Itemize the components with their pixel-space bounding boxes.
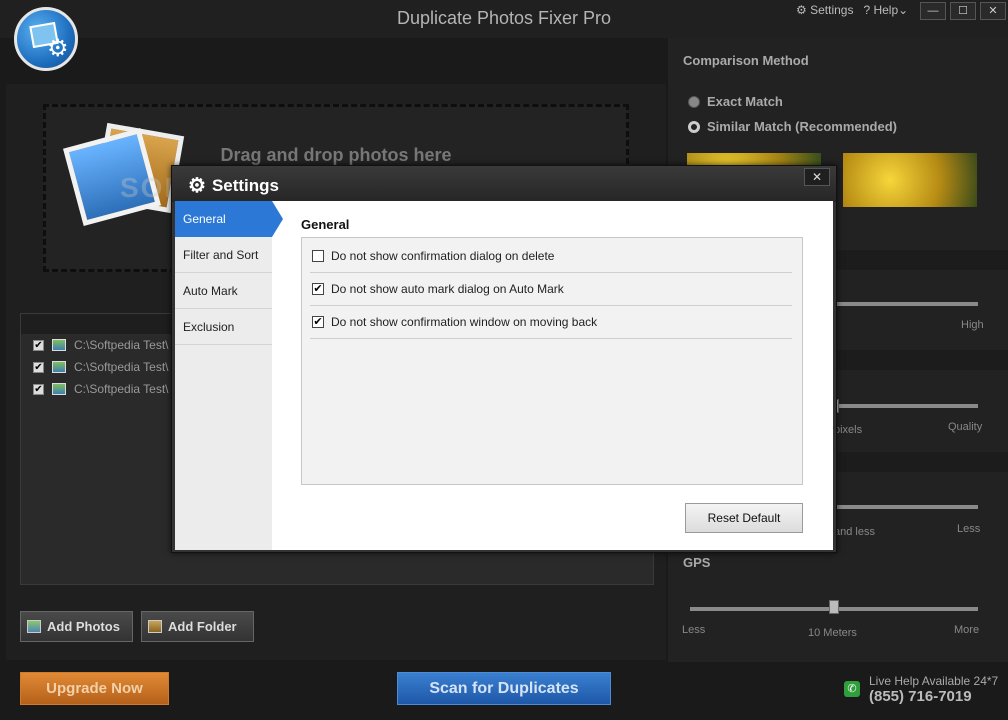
option-row[interactable]: ✔ Do not show confirmation window on mov… <box>310 306 792 339</box>
comparison-method-title: Comparison Method <box>683 53 809 68</box>
gps-more-label: More <box>954 624 980 636</box>
help-link[interactable]: ? Help⌄ <box>863 3 908 17</box>
image-file-icon <box>52 383 66 395</box>
file-path: C:\Softpedia Test\ <box>74 338 169 352</box>
help-link-label: Help <box>873 3 899 17</box>
top-links: ⚙ Settings ? Help⌄ <box>796 3 908 17</box>
dialog-title-bar: ⚙ Settings ✕ <box>172 166 836 202</box>
title-bar: Duplicate Photos Fixer Pro ⚙ Settings ? … <box>0 0 1008 38</box>
option-checkbox[interactable]: ✔ <box>312 283 324 295</box>
exact-match-radio-dot <box>688 95 700 108</box>
settings-nav: General Filter and Sort Auto Mark Exclus… <box>175 201 283 550</box>
settings-dialog: ⚙ Settings ✕ General Filter and Sort Aut… <box>171 165 837 553</box>
drop-zone-text: Drag and drop photos here <box>220 145 452 165</box>
option-row[interactable]: ✔ Do not show auto mark dialog on Auto M… <box>310 273 792 306</box>
upgrade-now-button[interactable]: Upgrade Now <box>20 672 169 705</box>
add-photos-icon <box>27 620 41 633</box>
nav-item-auto-mark[interactable]: Auto Mark <box>175 273 272 309</box>
logo-gear-icon: ⚙ <box>47 35 69 62</box>
add-folder-button[interactable]: Add Folder <box>141 611 254 642</box>
similar-match-radio-dot <box>688 120 700 133</box>
option-checkbox[interactable]: ✔ <box>312 316 324 328</box>
options-box: Do not show confirmation dialog on delet… <box>301 237 803 485</box>
similar-match-thumbnail <box>843 153 977 207</box>
add-photos-label: Add Photos <box>47 619 120 634</box>
high-label: High <box>961 319 984 331</box>
and-less-label: and less <box>834 526 875 538</box>
scan-for-duplicates-button[interactable]: Scan for Duplicates <box>397 672 611 705</box>
gps-value-label: 10 Meters <box>808 627 857 639</box>
image-file-icon <box>52 339 66 351</box>
live-help-text: Live Help Available 24*7 <box>869 674 999 688</box>
settings-link-label: Settings <box>810 3 854 17</box>
nav-item-exclusion[interactable]: Exclusion <box>175 309 272 345</box>
similar-match-radio[interactable]: Similar Match (Recommended) <box>688 119 897 134</box>
option-label: Do not show confirmation dialog on delet… <box>331 249 555 263</box>
gps-slider-knob[interactable] <box>829 600 839 614</box>
pixels-label: pixels <box>834 424 863 436</box>
dialog-close-button[interactable]: ✕ <box>804 168 830 186</box>
similar-match-label: Similar Match (Recommended) <box>707 119 897 134</box>
minimize-button[interactable]: — <box>920 2 946 20</box>
phone-number[interactable]: (855) 716-7019 <box>869 688 972 705</box>
option-label: Do not show auto mark dialog on Auto Mar… <box>331 282 564 296</box>
maximize-button[interactable]: ☐ <box>950 2 976 20</box>
add-folder-label: Add Folder <box>168 619 237 634</box>
image-file-icon <box>52 361 66 373</box>
nav-item-general[interactable]: General <box>175 201 283 237</box>
dialog-title: ⚙ Settings <box>188 173 279 198</box>
nav-item-filter-and-sort[interactable]: Filter and Sort <box>175 237 272 273</box>
file-checkbox[interactable]: ✔ <box>33 383 44 395</box>
dialog-body: General Filter and Sort Auto Mark Exclus… <box>175 201 833 550</box>
gps-less-label: Less <box>682 624 706 636</box>
settings-link[interactable]: ⚙ Settings <box>796 3 853 17</box>
gps-title: GPS <box>683 555 711 570</box>
less-right-label: Less <box>957 523 981 535</box>
quality-label: Quality <box>948 421 983 433</box>
option-label: Do not show confirmation window on movin… <box>331 315 598 329</box>
file-checkbox[interactable]: ✔ <box>33 361 44 373</box>
dialog-title-text: Settings <box>211 175 279 195</box>
window-controls: — ☐ ✕ <box>920 2 1006 20</box>
section-heading: General <box>301 217 350 232</box>
match-level-slider-track[interactable] <box>836 302 978 306</box>
file-path: C:\Softpedia Test\ <box>74 382 169 396</box>
phone-icon: ✆ <box>844 681 860 697</box>
time-interval-slider-track[interactable] <box>836 505 978 509</box>
file-path: C:\Softpedia Test\ <box>74 360 169 374</box>
close-window-button[interactable]: ✕ <box>980 2 1006 20</box>
exact-match-radio[interactable]: Exact Match <box>688 94 783 109</box>
gear-icon: ⚙ <box>188 175 206 197</box>
file-checkbox[interactable]: ✔ <box>33 339 44 351</box>
app-logo-icon: ⚙ <box>14 7 78 71</box>
bitmap-slider-track[interactable] <box>836 404 978 408</box>
reset-default-button[interactable]: Reset Default <box>685 503 803 533</box>
option-checkbox[interactable] <box>312 250 324 262</box>
exact-match-label: Exact Match <box>707 94 783 109</box>
add-folder-icon <box>148 620 162 633</box>
option-row[interactable]: Do not show confirmation dialog on delet… <box>310 240 792 273</box>
add-photos-button[interactable]: Add Photos <box>20 611 133 642</box>
